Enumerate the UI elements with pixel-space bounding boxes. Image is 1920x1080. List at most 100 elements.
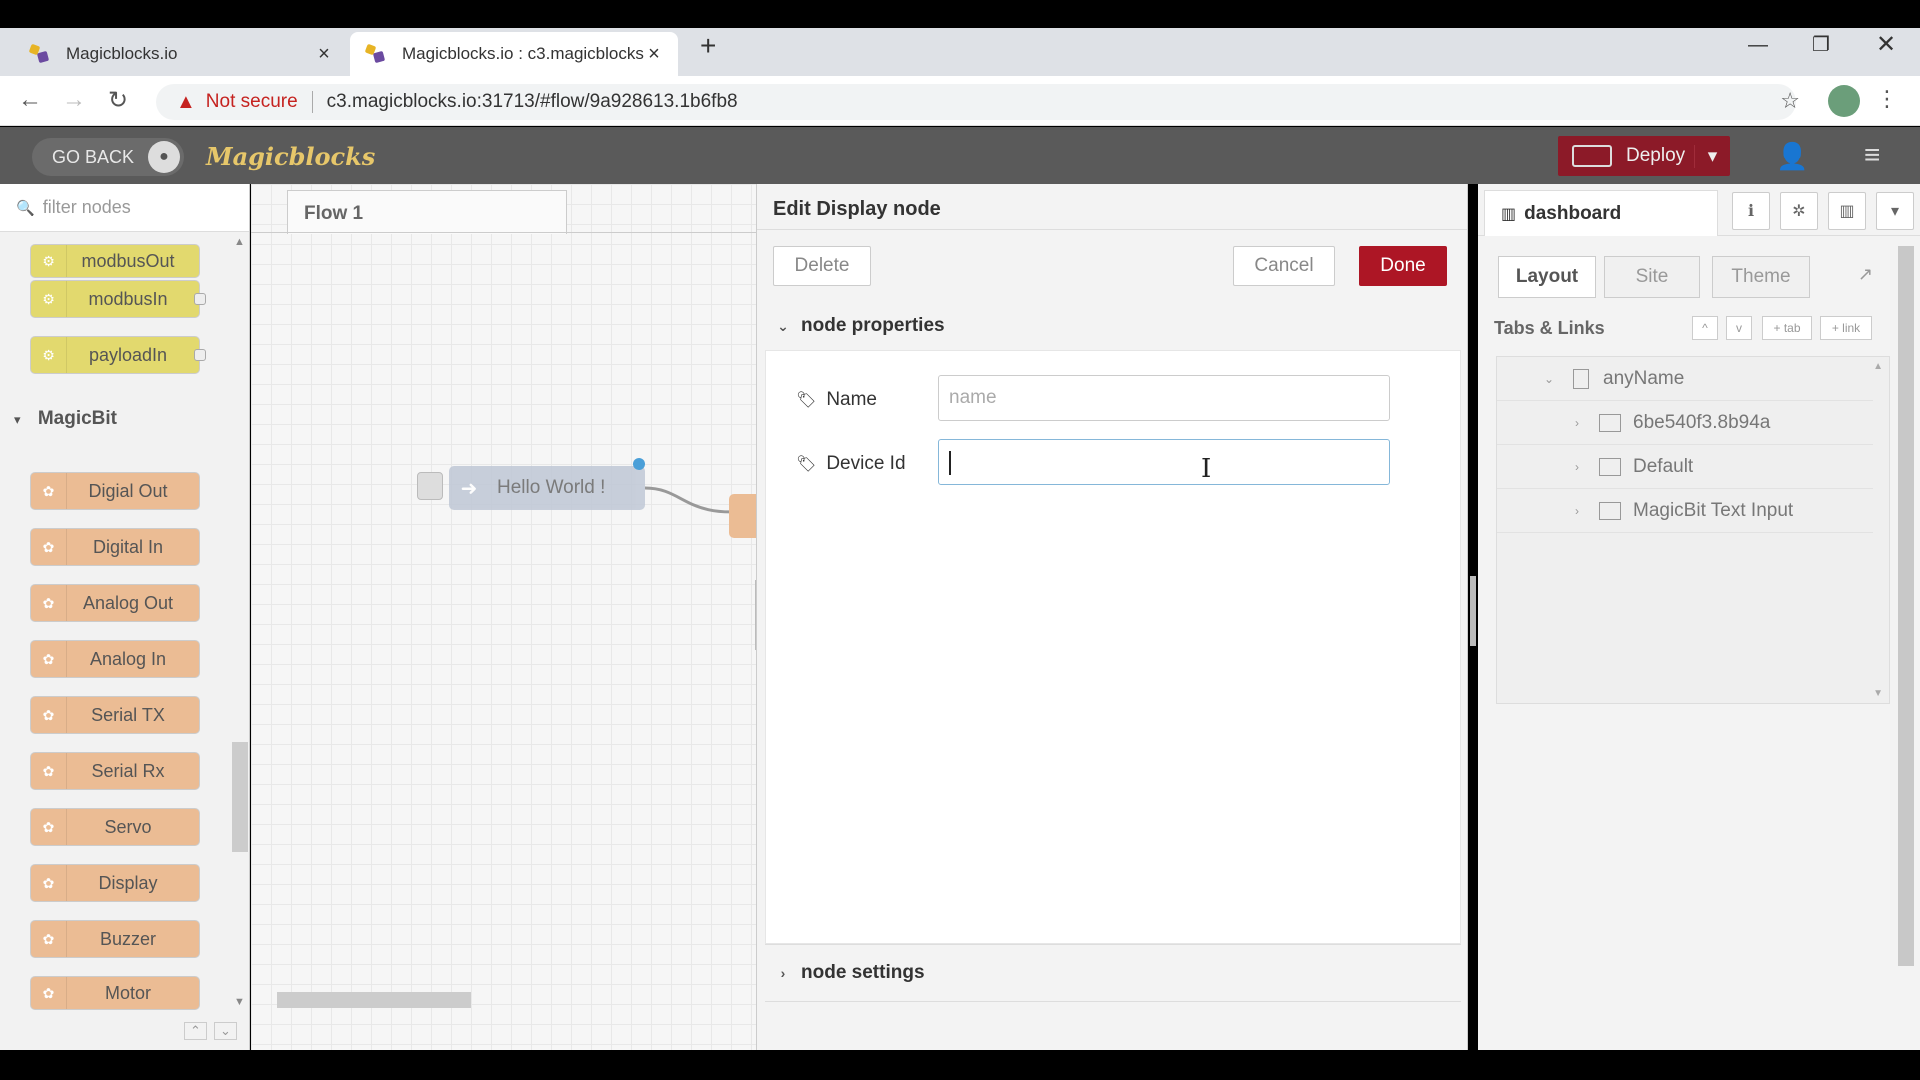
section-node-settings[interactable]: › node settings: [765, 944, 1461, 1002]
debug-icon[interactable]: ✲: [1780, 192, 1818, 230]
tree-scroll-up-icon[interactable]: ▲: [1873, 361, 1883, 372]
inject-button[interactable]: [417, 472, 443, 500]
category-header[interactable]: ▾ MagicBit: [14, 408, 117, 430]
new-tab-button[interactable]: +: [700, 30, 716, 62]
divider: [251, 232, 756, 233]
device-id-input[interactable]: I: [938, 439, 1390, 485]
hamburger-menu-icon[interactable]: ≡: [1864, 139, 1880, 171]
palette-node[interactable]: ✿ Analog In: [30, 640, 200, 678]
external-link-icon[interactable]: ↗: [1858, 264, 1873, 285]
url-text[interactable]: c3.magicblocks.io:31713/#flow/9a928613.1…: [327, 91, 738, 113]
scroll-up-icon[interactable]: ▲: [234, 236, 245, 248]
section-label: node properties: [801, 315, 945, 336]
magicblocks-favicon-icon: [364, 43, 386, 65]
tab-layout[interactable]: Layout: [1498, 256, 1596, 298]
flow-workspace[interactable]: Flow 1 ➜ Hello World !: [251, 184, 757, 1050]
palette-node[interactable]: ✿ Analog Out: [30, 584, 200, 622]
name-input[interactable]: [938, 375, 1390, 421]
palette-node[interactable]: ✿ Digital In: [30, 528, 200, 566]
node-label: Servo: [104, 816, 152, 837]
forward-icon[interactable]: →: [62, 86, 86, 114]
palette-node[interactable]: ✿ Digial Out: [30, 472, 200, 510]
browser-tab[interactable]: Magicblocks.io ×: [14, 32, 348, 76]
node-label: Serial TX: [91, 704, 165, 725]
tree-scroll-down-icon[interactable]: ▼: [1873, 688, 1883, 699]
tree-label: Default: [1633, 455, 1694, 477]
chevron-right-icon[interactable]: ›: [1567, 416, 1587, 430]
palette-scrollbar[interactable]: [232, 742, 248, 852]
tab-dashboard[interactable]: ▥ dashboard: [1484, 190, 1718, 236]
expand-all-icon[interactable]: ⌄: [214, 1022, 237, 1040]
name-label-text: Name: [826, 389, 877, 410]
info-icon[interactable]: ℹ: [1732, 192, 1770, 230]
browser-menu-icon[interactable]: ⋮: [1876, 86, 1898, 112]
node-label: payloadIn: [88, 344, 168, 365]
chevron-down-icon: ▾: [14, 412, 21, 427]
close-icon[interactable]: ×: [644, 43, 664, 66]
palette-node[interactable]: ✿ Display: [30, 864, 200, 902]
chevron-down-icon[interactable]: ▾: [1876, 192, 1914, 230]
chevron-down-icon[interactable]: ▾: [1694, 144, 1730, 168]
back-icon[interactable]: ←: [18, 86, 42, 114]
url-field[interactable]: ▲ Not secure c3.magicblocks.io:31713/#fl…: [156, 84, 1796, 120]
profile-avatar[interactable]: [1828, 85, 1860, 117]
minimize-icon[interactable]: —: [1748, 34, 1768, 57]
close-icon[interactable]: ×: [314, 43, 334, 66]
palette-node[interactable]: ⚙ payloadIn: [30, 336, 200, 374]
tree-row-group[interactable]: › 6be540f3.8b94a: [1497, 401, 1873, 445]
user-icon[interactable]: 👤: [1776, 141, 1808, 172]
go-back-button[interactable]: GO BACK ●: [32, 138, 184, 176]
chevron-down-icon[interactable]: ⌄: [1539, 372, 1559, 386]
collapse-all-icon[interactable]: ⌃: [184, 1022, 207, 1040]
restore-icon[interactable]: ❐: [1812, 32, 1830, 57]
add-tab-button[interactable]: + tab: [1762, 316, 1812, 340]
chevron-right-icon[interactable]: ›: [1567, 504, 1587, 518]
tab-theme[interactable]: Theme: [1712, 256, 1810, 298]
move-up-button[interactable]: ^: [1692, 316, 1718, 340]
magicbit-icon: ✿: [31, 809, 67, 845]
add-link-button[interactable]: + link: [1820, 316, 1872, 340]
page-icon: [1573, 368, 1589, 389]
move-down-button[interactable]: v: [1726, 316, 1752, 340]
node-label: Analog Out: [82, 592, 174, 613]
tab-flow-1[interactable]: Flow 1: [287, 190, 567, 234]
workspace-scrollbar[interactable]: [277, 992, 471, 1008]
warning-icon: ▲: [176, 90, 196, 113]
section-node-properties[interactable]: ⌄ node properties: [765, 302, 1461, 350]
palette-node[interactable]: ✿ Serial Rx: [30, 752, 200, 790]
tree-row-group[interactable]: › MagicBit Text Input: [1497, 489, 1873, 533]
browser-tab-active[interactable]: Magicblocks.io : c3.magicblocks.i ×: [350, 32, 678, 76]
cancel-button[interactable]: Cancel: [1233, 246, 1335, 286]
node-palette: 🔍 filter nodes ⚙ modbusOut ⚙ modbusIn ⚙ …: [0, 184, 250, 1050]
tree-row-tab[interactable]: ⌄ anyName: [1497, 357, 1873, 401]
palette-node[interactable]: ✿ Buzzer: [30, 920, 200, 958]
filter-nodes-input[interactable]: 🔍 filter nodes: [0, 184, 249, 232]
palette-node[interactable]: ✿ Motor: [30, 976, 200, 1010]
not-secure-label[interactable]: Not secure: [206, 91, 298, 113]
node-label: Display: [98, 872, 158, 893]
palette-node[interactable]: ⚙ modbusOut: [30, 244, 200, 278]
palette-node[interactable]: ⚙ modbusIn: [30, 280, 200, 318]
palette-node[interactable]: ✿ Serial TX: [30, 696, 200, 734]
splitter-handle[interactable]: [1470, 576, 1476, 646]
node-port[interactable]: [194, 293, 206, 305]
node-port[interactable]: [194, 349, 206, 361]
scroll-down-icon[interactable]: ▼: [234, 996, 245, 1008]
section-header[interactable]: › node settings: [765, 945, 1461, 1001]
dashboard-chart-icon[interactable]: ▥: [1828, 192, 1866, 230]
tree-row-group[interactable]: › Default: [1497, 445, 1873, 489]
palette-node[interactable]: ✿ Servo: [30, 808, 200, 846]
tab-site[interactable]: Site: [1604, 256, 1700, 298]
deploy-button[interactable]: Deploy ▾: [1558, 136, 1730, 176]
display-node-partial[interactable]: [729, 494, 756, 538]
window-close-icon[interactable]: ✕: [1876, 30, 1896, 59]
reload-icon[interactable]: ↻: [108, 86, 128, 115]
done-button[interactable]: Done: [1359, 246, 1447, 286]
delete-button[interactable]: Delete: [773, 246, 871, 286]
sidebar-scrollbar[interactable]: [1898, 246, 1914, 966]
bookmark-star-icon[interactable]: ☆: [1780, 88, 1800, 114]
flow-node-hello-world[interactable]: ➜ Hello World !: [449, 466, 645, 510]
chevron-right-icon[interactable]: ›: [1567, 460, 1587, 474]
tabs-tree: ⌄ anyName › 6be540f3.8b94a › Default › M…: [1496, 356, 1890, 704]
chevron-down-icon: ⌄: [777, 317, 789, 334]
